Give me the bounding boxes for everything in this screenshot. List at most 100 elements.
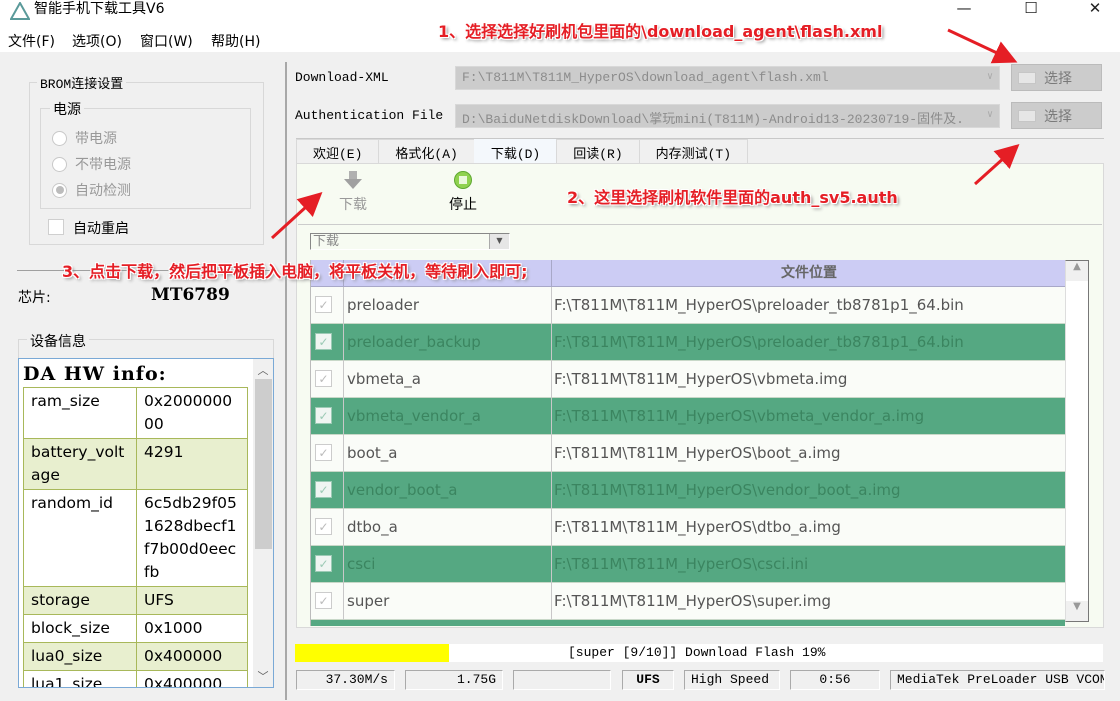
partition-checkbox[interactable]: ✓ (315, 518, 332, 535)
partition-row[interactable]: ✓ preloader F:\T811M\T811M_HyperOS\preload… (311, 287, 1065, 324)
auth-file-label: Authentication File (295, 108, 444, 123)
status-usb-speed: High Speed (684, 670, 780, 690)
partition-checkbox[interactable]: ✓ (315, 407, 332, 424)
auth-file-select[interactable]: D:\BaiduNetdiskDownload\掌玩mini(T811M)-An… (455, 104, 1000, 128)
hw-info-value: 4291 (136, 438, 248, 490)
brom-settings-title: BROM连接设置 (37, 73, 127, 92)
stop-icon (454, 171, 472, 189)
partition-name: preloader (343, 287, 551, 324)
tab-welcome[interactable]: 欢迎(E) (296, 139, 380, 163)
partition-name: super (343, 583, 551, 620)
device-info-title: 设备信息 (27, 331, 89, 351)
hw-info-row: storage UFS (23, 586, 248, 615)
hw-info-value: 6c5db29f051628dbecf1f7b00d0eecfb (136, 489, 248, 587)
partition-list-area: 下载 ▼ 文件位置 ✓ preloader F:\T811M\T811M_Hyper… (298, 224, 1102, 626)
download-arrow-icon (344, 171, 362, 189)
partition-row[interactable]: ✓ preloader_backup F:\T811M\T811M_HyperOS\… (311, 324, 1065, 361)
grid-scrollbar[interactable]: ▲ ▼ (1065, 260, 1089, 622)
maximize-button[interactable]: ☐ (1008, 0, 1054, 20)
partition-grid: 文件位置 ✓ preloader F:\T811M\T811M_HyperOS\pr… (310, 260, 1065, 626)
tab-format[interactable]: 格式化(A) (378, 139, 475, 163)
tab-memory-test[interactable]: 内存测试(T) (638, 139, 749, 163)
menu-window[interactable]: 窗口(W) (140, 31, 193, 51)
status-port: MediaTek PreLoader USB VCOM (890, 670, 1105, 690)
download-xml-value: F:\T811M\T811M_HyperOS\download_agent\fl… (462, 70, 829, 85)
partition-checkbox[interactable]: ✓ (315, 444, 332, 461)
auth-file-value: D:\BaiduNetdiskDownload\掌玩mini(T811M)-An… (462, 112, 964, 127)
auto-reboot-checkbox[interactable] (48, 219, 64, 235)
scroll-thumb[interactable] (255, 379, 272, 549)
hw-info-key: ram_size (23, 387, 137, 439)
partition-location: F:\T811M\T811M_HyperOS\boot_a.img (551, 435, 1065, 472)
radio-auto-detect[interactable]: 自动检测 (52, 180, 131, 200)
partition-location: F:\T811M\T811M_HyperOS\super.img (551, 583, 1065, 620)
menu-file[interactable]: 文件(F) (8, 31, 55, 51)
partition-name: vendor_boot_a (343, 472, 551, 509)
stop-button[interactable]: 停止 (443, 170, 483, 214)
scroll-down-icon[interactable]: ▼ (1066, 601, 1088, 621)
minimize-button[interactable]: — (941, 0, 987, 20)
choose-label: 选择 (1044, 108, 1072, 125)
partition-checkbox[interactable]: ✓ (315, 296, 332, 313)
choose-auth-button[interactable]: 选择 (1011, 102, 1102, 129)
partition-row[interactable]: ✓ vbmeta_vendor_a F:\T811M\T811M_HyperOS\v… (311, 398, 1065, 435)
radio-label: 带电源 (75, 131, 117, 147)
partition-row[interactable]: ✓ vbmeta_a F:\T811M\T811M_HyperOS\vbmeta.i… (311, 361, 1065, 398)
folder-icon (1018, 71, 1036, 84)
partition-row[interactable]: ✓ super F:\T811M\T811M_HyperOS\super.img (311, 583, 1065, 620)
chip-value: MT6789 (151, 285, 230, 305)
download-xml-select[interactable]: F:\T811M\T811M_HyperOS\download_agent\fl… (455, 66, 1000, 90)
partition-checkbox[interactable]: ✓ (315, 555, 332, 572)
partition-row[interactable]: ✓ vendor_boot_a F:\T811M\T811M_HyperOS\ven… (311, 472, 1065, 509)
menu-help[interactable]: 帮助(H) (211, 31, 260, 51)
hw-info-value: UFS (136, 586, 248, 615)
partition-row[interactable]: ✓ dtbo_a F:\T811M\T811M_HyperOS\dtbo_a.img (311, 509, 1065, 546)
tab-readback[interactable]: 回读(R) (556, 139, 640, 163)
partition-location: F:\T811M\T811M_HyperOS\preloader_tb8781p… (551, 324, 1065, 361)
partition-checkbox[interactable]: ✓ (315, 592, 332, 609)
panel-splitter[interactable] (285, 62, 287, 700)
radio-dot (52, 156, 67, 172)
hw-info-key: storage (23, 586, 137, 615)
radio-dot (52, 130, 67, 146)
partition-row[interactable]: ✓ csci F:\T811M\T811M_HyperOS\csci.ini (311, 546, 1065, 583)
menu-options[interactable]: 选项(O) (72, 31, 122, 51)
scroll-up-icon[interactable]: ︿ (253, 362, 273, 378)
hw-info-key: random_id (23, 489, 137, 587)
partition-checkbox[interactable]: ✓ (315, 333, 332, 350)
partition-name: preloader_backup (343, 324, 551, 361)
tab-download[interactable]: 下载(D) (473, 139, 558, 163)
download-progress-bar: [super [9/10]] Download Flash 19% (295, 644, 1103, 662)
partition-checkbox[interactable]: ✓ (315, 481, 332, 498)
partition-location: F:\T811M\T811M_HyperOS\csci.ini (551, 546, 1065, 583)
chevron-down-icon: ∨ (986, 110, 993, 121)
partition-checkbox[interactable]: ✓ (315, 370, 332, 387)
partition-location: F:\T811M\T811M_HyperOS\vbmeta.img (551, 361, 1065, 398)
mode-select[interactable]: 下载 ▼ (310, 233, 510, 250)
scroll-up-icon[interactable]: ▲ (1066, 261, 1088, 281)
radio-with-power[interactable]: 带电源 (52, 128, 117, 148)
annotation-step2: 2、这里选择刷机软件里面的auth_sv5.auth (567, 188, 898, 207)
status-blank (513, 670, 611, 690)
partition-name: vbmeta_vendor_a (343, 398, 551, 435)
window-title: 智能手机下载工具V6 (34, 1, 165, 17)
stop-label: 停止 (449, 197, 477, 213)
scroll-down-icon[interactable]: ﹀ (253, 668, 273, 684)
device-info-scrollbar[interactable]: ︿ ﹀ (253, 359, 273, 687)
tab-bar: 欢迎(E) 格式化(A) 下载(D) 回读(R) 内存测试(T) (296, 139, 749, 163)
header-location[interactable]: 文件位置 (551, 260, 1065, 287)
radio-without-power[interactable]: 不带电源 (52, 154, 131, 174)
dropdown-arrow-icon[interactable]: ▼ (489, 234, 509, 249)
hw-info-row: battery_voltage 4291 (23, 438, 248, 490)
choose-xml-button[interactable]: 选择 (1011, 64, 1102, 91)
download-button[interactable]: 下载 (333, 170, 373, 214)
hw-info-row: lua1_size 0x400000 (23, 670, 248, 687)
power-group-title: 电源 (50, 99, 84, 119)
partition-row-partial (311, 620, 1065, 626)
hw-info-value: 0x200000000 (136, 387, 248, 439)
partition-row[interactable]: ✓ boot_a F:\T811M\T811M_HyperOS\boot_a.img (311, 435, 1065, 472)
partition-name: vbmeta_a (343, 361, 551, 398)
close-button[interactable]: ✕ (1072, 0, 1118, 20)
progress-text: [super [9/10]] Download Flash 19% (568, 645, 826, 660)
hw-info-key: lua1_size (23, 670, 137, 687)
